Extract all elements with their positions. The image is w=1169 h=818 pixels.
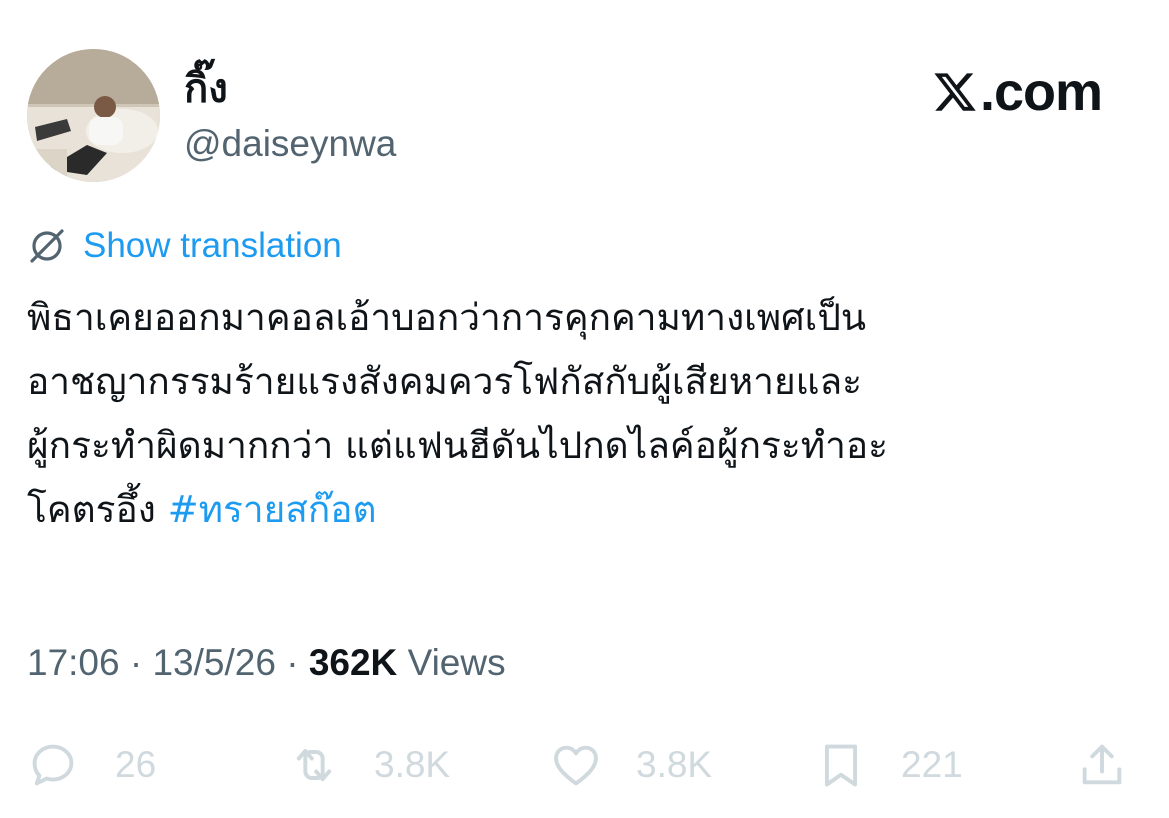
- reply-button[interactable]: 26: [27, 732, 156, 798]
- heart-icon: [554, 745, 598, 786]
- tweet-line: ผู้กระทำผิดมากกว่า แต่แฟนฮีดันไปกดไลค์อผ…: [27, 424, 888, 467]
- bookmark-icon: [824, 744, 858, 787]
- hashtag-link[interactable]: #ทรายสก๊อต: [168, 488, 377, 531]
- tweet-time[interactable]: 17:06: [27, 642, 120, 683]
- retweet-count: 3.8K: [374, 744, 451, 785]
- tweet-text: พิธาเคยออกมาคอลเอ้าบอกว่าการคุกคามทางเพศ…: [27, 286, 1147, 542]
- tweet-meta: 17:06 · 13/5/26 · 362K Views: [27, 637, 506, 689]
- brand-text: .com: [980, 62, 1103, 122]
- meta-separator: ·: [286, 642, 299, 683]
- globe-icon: [30, 229, 64, 263]
- share-button[interactable]: [1076, 732, 1128, 798]
- tweet-line: โคตรอึ้ง #ทรายสก๊อต: [27, 478, 1147, 542]
- reply-count: 26: [115, 744, 157, 785]
- meta-separator: ·: [129, 642, 143, 683]
- tweet-actions: 26 3.8K 3.8K 221: [0, 732, 1169, 798]
- tweet-date[interactable]: 13/5/26: [152, 642, 275, 683]
- tweet-line-text: โคตรอึ้ง: [27, 488, 168, 531]
- reply-icon: [32, 744, 74, 786]
- user-handle[interactable]: @daiseynwa: [184, 120, 396, 168]
- user-avatar-photo: [27, 49, 160, 182]
- views-label: Views: [407, 642, 506, 683]
- retweet-icon: [296, 748, 332, 782]
- share-icon: [1082, 744, 1122, 785]
- tweet-line: อาชญากรรมร้ายแรงสังคมควรโฟกัสกับผู้เสียห…: [27, 360, 863, 403]
- x-logo-icon: [934, 73, 976, 111]
- retweet-button[interactable]: 3.8K: [288, 732, 450, 798]
- brand-logo: .com: [932, 62, 1103, 122]
- tweet-line: พิธาเคยออกมาคอลเอ้าบอกว่าการคุกคามทางเพศ…: [27, 296, 867, 339]
- views-count: 362K: [308, 642, 398, 683]
- avatar[interactable]: [27, 49, 160, 182]
- like-count: 3.8K: [636, 744, 713, 785]
- bookmark-button[interactable]: 221: [815, 732, 963, 798]
- like-button[interactable]: 3.8K: [550, 732, 712, 798]
- show-translation-button[interactable]: Show translation: [27, 223, 342, 269]
- show-translation-label: Show translation: [83, 226, 342, 265]
- bookmark-count: 221: [901, 744, 963, 785]
- display-name[interactable]: กิ๊ง: [184, 62, 228, 116]
